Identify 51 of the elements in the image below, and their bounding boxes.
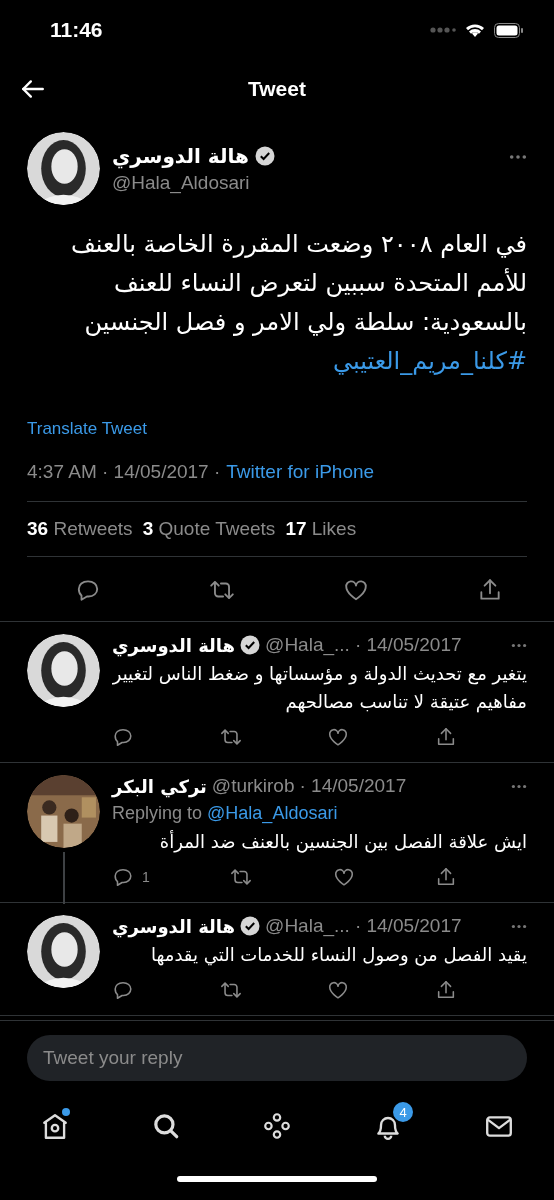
author-name[interactable]: تركي البكر [112,775,207,797]
tweet-text: في العام ٢٠٠٨ وضعت المقررة الخاصة بالعنف للأمم المتحدة سببين لتعرض النساء للعنف بالسعودية: سلطة ولي الامر و فصل الجنسين [69,229,527,338]
reply-text: يقيد الفصل من وصول النساء للخدمات التي يقدمها [150,943,527,968]
share-icon[interactable] [477,577,503,603]
source-link[interactable]: Twitter for iPhone [226,461,375,483]
status-time: 11:46 [50,18,103,42]
stat-label[interactable]: Quote Tweets [158,518,276,539]
reply-date: · 14/05/2017 [354,634,462,656]
author-handle[interactable]: @Hala_Aldosari [112,171,497,194]
home-icon[interactable] [40,1111,70,1141]
reply-date: · 14/05/2017 [299,775,407,797]
tweet-timestamp: 4:37 AM · 14/05/2017 · [27,461,221,483]
mention-link[interactable]: @Hala_Aldosari [207,803,338,823]
stat-label[interactable]: Likes [311,518,357,539]
more-icon[interactable] [509,154,527,160]
like-icon[interactable] [327,726,350,748]
more-icon[interactable] [511,783,527,789]
wifi-icon [464,22,486,38]
author-name[interactable]: هالة الدوسري [112,634,236,656]
stat-count[interactable]: 36 [27,518,49,539]
reply-text: ايش علاقة الفصل بين الجنسين بالعنف ضد المرأة [158,829,527,855]
page-title: Tweet [248,77,306,101]
like-icon[interactable] [343,577,369,603]
more-icon[interactable] [511,923,527,929]
search-icon[interactable] [151,1111,181,1141]
author-name[interactable]: هالة الدوسري [112,143,249,168]
reply-icon[interactable] [112,866,134,888]
reply-field[interactable]: Tweet your reply [27,1034,527,1081]
hashtag-link[interactable]: #كلنا_مريم_العتيبي [332,347,527,375]
like-icon[interactable] [327,979,350,1001]
author-handle[interactable]: @Hala_... [265,634,350,656]
translate-link[interactable]: Translate Tweet [27,419,527,439]
signal-icon [430,26,456,34]
battery-icon [494,22,524,38]
stat-count[interactable]: 17 [285,518,307,539]
author-handle[interactable]: @Hala_... [265,915,350,937]
notification-badge: 4 [393,1102,413,1122]
reply-icon[interactable] [112,979,134,1001]
reply-count: 1 [142,869,150,885]
reply-text: يتغير مع تحديث الدولة و مؤسساتها و ضغط الناس لتغيير مفاهيم عتيقة لا تناسب مصالحهم [112,662,527,715]
replying-label: Replying to [112,803,203,823]
author-name[interactable]: هالة الدوسري [112,915,236,937]
like-icon[interactable] [332,866,355,888]
reply-icon[interactable] [75,577,101,603]
reply-icon[interactable] [112,726,134,748]
stat-label[interactable]: Retweets [53,518,133,539]
stat-count[interactable]: 3 [142,518,154,539]
spaces-icon[interactable] [262,1111,292,1141]
reply-date: · 14/05/2017 [354,915,462,937]
author-handle[interactable]: @turkirob [211,775,295,797]
more-icon[interactable] [511,642,527,648]
